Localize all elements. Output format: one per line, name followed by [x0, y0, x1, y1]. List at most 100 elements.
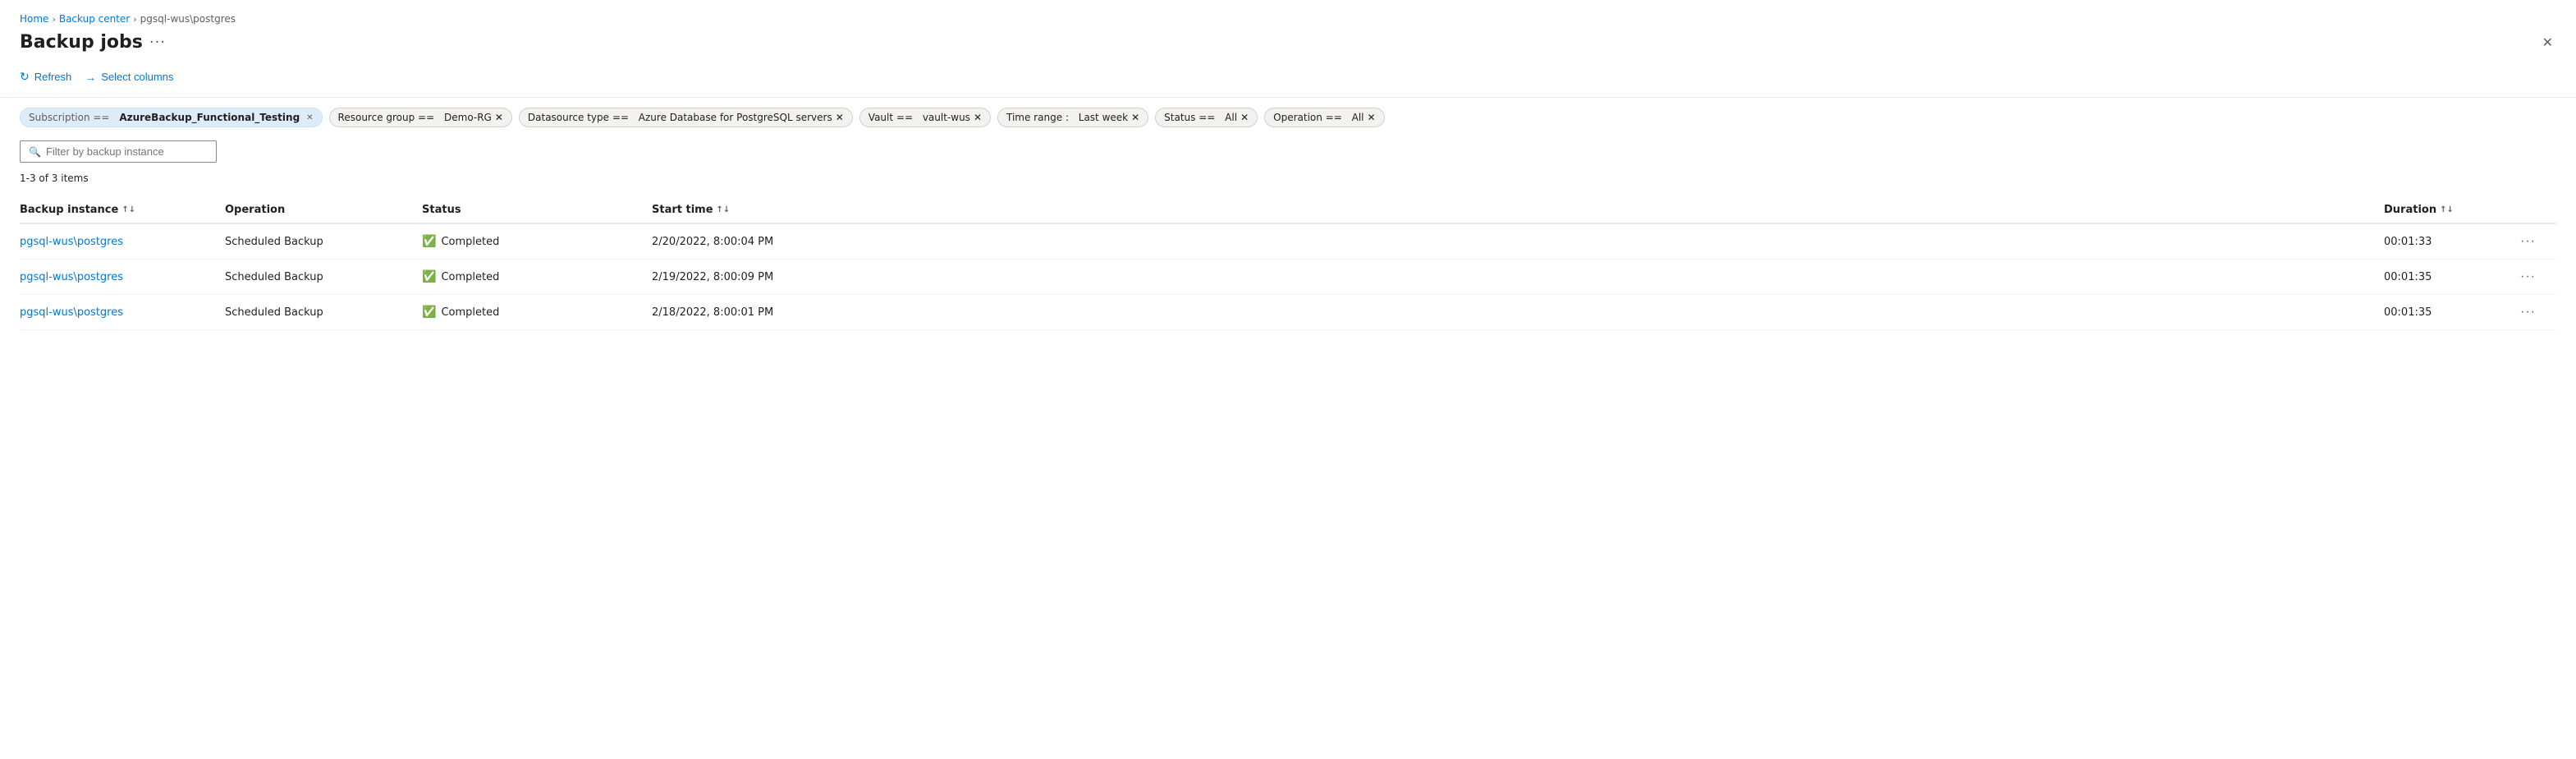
filter-pill-5[interactable]: Status == All✕ — [1155, 108, 1258, 127]
col-operation-label: Operation — [225, 204, 285, 216]
filter-key-1: Resource group == — [338, 112, 435, 123]
col-duration-label: Duration — [2384, 204, 2436, 216]
col-status-label: Status — [422, 204, 461, 216]
cell-status-2: ✅ Completed — [422, 306, 652, 319]
table-body: pgsql-wus\postgres Scheduled Backup ✅ Co… — [20, 224, 2556, 330]
cell-backup-instance-1: pgsql-wus\postgres — [20, 271, 225, 283]
cell-actions-2: ··· — [2515, 303, 2556, 321]
cell-status-0: ✅ Completed — [422, 235, 652, 248]
status-completed-icon-1: ✅ — [422, 270, 436, 283]
breadcrumb-current: pgsql-wus\postgres — [140, 13, 236, 25]
table-row: pgsql-wus\postgres Scheduled Backup ✅ Co… — [20, 224, 2556, 260]
page-title-row: Backup jobs ··· — [20, 32, 166, 53]
table-container: Backup instance ↑↓ Operation Status Star… — [20, 197, 2556, 330]
filter-close-6[interactable]: ✕ — [1368, 112, 1376, 123]
filter-key-4: Time range : — [1006, 112, 1069, 123]
sort-start-time-icon[interactable]: ↑↓ — [717, 205, 731, 214]
cell-operation-0: Scheduled Backup — [225, 236, 422, 248]
backup-instance-link-0[interactable]: pgsql-wus\postgres — [20, 236, 123, 248]
search-icon: 🔍 — [29, 146, 41, 158]
table-row: pgsql-wus\postgres Scheduled Backup ✅ Co… — [20, 260, 2556, 295]
backup-instance-link-1[interactable]: pgsql-wus\postgres — [20, 271, 123, 283]
col-duration: Duration ↑↓ — [2384, 204, 2515, 216]
filter-key-0: Subscription == — [29, 112, 109, 123]
status-completed-icon-0: ✅ — [422, 235, 436, 248]
status-label-1: Completed — [441, 271, 499, 283]
cell-actions-0: ··· — [2515, 232, 2556, 251]
cell-duration-1: 00:01:35 — [2384, 271, 2515, 283]
breadcrumb-sep-2: › — [133, 14, 136, 25]
cell-start-time-0: 2/20/2022, 8:00:04 PM — [652, 236, 2384, 248]
filter-close-2[interactable]: ✕ — [836, 112, 844, 123]
filter-pill-0[interactable]: Subscription == AzureBackup_Functional_T… — [20, 108, 323, 127]
backup-instance-link-2[interactable]: pgsql-wus\postgres — [20, 306, 123, 319]
refresh-button[interactable]: ↻ Refresh — [20, 67, 71, 87]
filter-close-3[interactable]: ✕ — [974, 112, 982, 123]
col-backup-instance: Backup instance ↑↓ — [20, 204, 225, 216]
col-operation: Operation — [225, 204, 422, 216]
cell-backup-instance-2: pgsql-wus\postgres — [20, 306, 225, 319]
select-columns-label: Select columns — [101, 71, 173, 83]
divider — [0, 97, 2576, 98]
filter-pill-6[interactable]: Operation == All ✕ — [1264, 108, 1384, 127]
breadcrumb-home[interactable]: Home — [20, 13, 48, 25]
status-label-0: Completed — [441, 236, 499, 248]
row-more-button-1[interactable]: ··· — [2515, 268, 2541, 286]
status-label-2: Completed — [441, 306, 499, 319]
filter-key-3: Vault == — [869, 112, 913, 123]
refresh-icon: ↻ — [20, 70, 30, 84]
col-start-time: Start time ↑↓ — [652, 204, 2384, 216]
filter-pill-2[interactable]: Datasource type == Azure Database for Po… — [519, 108, 853, 127]
search-box[interactable]: 🔍 — [20, 140, 217, 163]
refresh-label: Refresh — [34, 71, 72, 83]
filter-value-3: vault-wus — [923, 112, 970, 123]
filter-pill-1[interactable]: Resource group == Demo-RG✕ — [329, 108, 512, 127]
filter-key-6: Operation == — [1273, 112, 1342, 123]
filter-value-4: Last week — [1079, 112, 1128, 123]
row-more-button-2[interactable]: ··· — [2515, 303, 2541, 321]
filter-value-0: AzureBackup_Functional_Testing — [119, 112, 300, 123]
filter-close-1[interactable]: ✕ — [495, 112, 503, 123]
cell-start-time-1: 2/19/2022, 8:00:09 PM — [652, 271, 2384, 283]
items-count: 1-3 of 3 items — [20, 172, 2556, 184]
col-status: Status — [422, 204, 652, 216]
row-more-button-0[interactable]: ··· — [2515, 232, 2541, 251]
breadcrumb-backup-center[interactable]: Backup center — [59, 13, 130, 25]
filter-key-2: Datasource type == — [528, 112, 629, 123]
select-columns-icon: → — [85, 71, 96, 84]
filter-pill-4[interactable]: Time range : Last week✕ — [997, 108, 1148, 127]
table-row: pgsql-wus\postgres Scheduled Backup ✅ Co… — [20, 295, 2556, 330]
filter-close-0[interactable]: ✕ — [306, 113, 313, 122]
sort-duration-icon[interactable]: ↑↓ — [2440, 205, 2454, 214]
search-input[interactable] — [46, 145, 208, 158]
cell-backup-instance-0: pgsql-wus\postgres — [20, 236, 225, 248]
filters-row: Subscription == AzureBackup_Functional_T… — [20, 108, 2556, 127]
filter-close-4[interactable]: ✕ — [1131, 112, 1139, 123]
close-icon[interactable]: ✕ — [2539, 31, 2556, 53]
select-columns-button[interactable]: → Select columns — [85, 67, 173, 87]
col-actions — [2515, 204, 2556, 216]
cell-status-1: ✅ Completed — [422, 270, 652, 283]
filter-value-2: Azure Database for PostgreSQL servers — [639, 112, 832, 123]
filter-key-5: Status == — [1164, 112, 1215, 123]
page-title: Backup jobs — [20, 32, 143, 53]
toolbar: ↻ Refresh → Select columns — [20, 67, 2556, 87]
filter-value-5: All — [1225, 112, 1237, 123]
col-start-time-label: Start time — [652, 204, 713, 216]
status-completed-icon-2: ✅ — [422, 306, 436, 319]
col-backup-instance-label: Backup instance — [20, 204, 118, 216]
cell-duration-2: 00:01:35 — [2384, 306, 2515, 319]
breadcrumb-sep-1: › — [52, 14, 55, 25]
filter-value-1: Demo-RG — [444, 112, 492, 123]
page-header: Backup jobs ··· ✕ — [20, 31, 2556, 53]
breadcrumb: Home › Backup center › pgsql-wus\postgre… — [20, 13, 2556, 25]
filter-pill-3[interactable]: Vault == vault-wus ✕ — [859, 108, 991, 127]
table-header: Backup instance ↑↓ Operation Status Star… — [20, 197, 2556, 224]
filter-close-5[interactable]: ✕ — [1240, 112, 1249, 123]
cell-duration-0: 00:01:33 — [2384, 236, 2515, 248]
cell-start-time-2: 2/18/2022, 8:00:01 PM — [652, 306, 2384, 319]
cell-actions-1: ··· — [2515, 268, 2556, 286]
more-options-icon[interactable]: ··· — [149, 34, 166, 51]
filter-value-6: All — [1352, 112, 1364, 123]
sort-backup-instance-icon[interactable]: ↑↓ — [121, 205, 135, 214]
